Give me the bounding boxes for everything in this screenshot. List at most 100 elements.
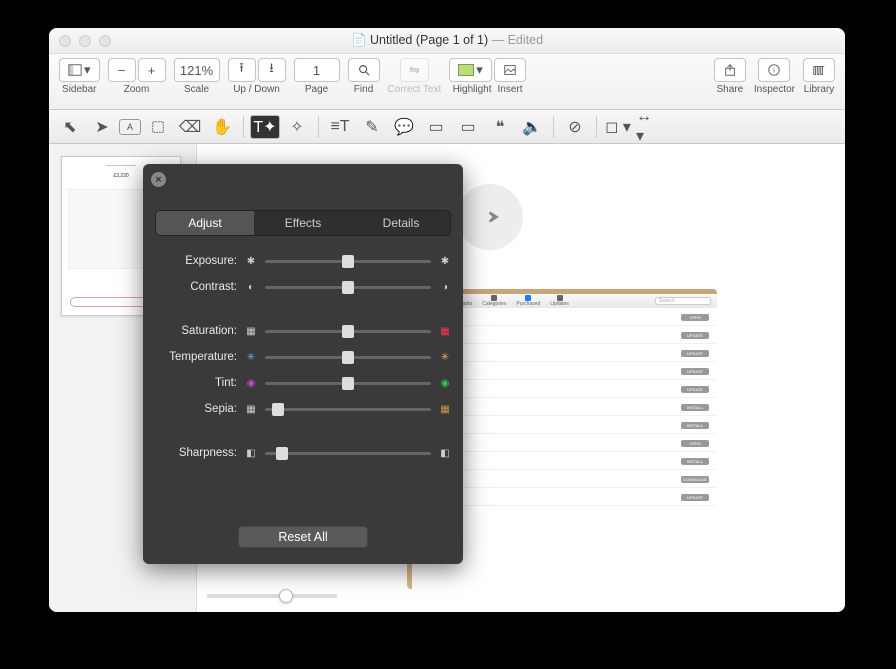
reset-all-button[interactable]: Reset All xyxy=(238,526,368,548)
slider-panel: Exposure: ✱ ✱Contrast: ◐ ◑ Saturation: ▦ … xyxy=(155,248,451,508)
action-pill: INSTALL xyxy=(681,422,709,429)
slider-track[interactable] xyxy=(265,286,431,289)
action-pill: UPDATE xyxy=(681,332,709,339)
zoom-slider[interactable] xyxy=(207,588,337,604)
arrow-dropdown[interactable]: ↔ ▾ xyxy=(635,115,665,139)
slider-left-icon: ◧ xyxy=(245,447,257,459)
cancel-icon[interactable]: ⊘ xyxy=(560,115,590,139)
svg-text:i: i xyxy=(774,68,776,75)
adjust-popover: × Adjust Effects Details Exposure: ✱ ✱Co… xyxy=(143,164,463,564)
quote-icon[interactable]: ❝ xyxy=(485,115,515,139)
action-pill: INSTALL xyxy=(681,458,709,465)
slider-track[interactable] xyxy=(265,356,431,359)
slider-track[interactable] xyxy=(265,330,431,333)
slider-saturation[interactable]: Saturation: ▦ ▦ xyxy=(155,318,451,344)
hand-icon[interactable]: ✋ xyxy=(207,115,237,139)
library-button[interactable] xyxy=(803,58,835,82)
highlighter-icon[interactable]: ✎ xyxy=(357,115,387,139)
close-icon[interactable]: × xyxy=(151,172,166,187)
slider-left-icon: ✳ xyxy=(245,351,257,363)
slider-right-icon: ▦ xyxy=(439,325,451,337)
slider-right-icon: ◑ xyxy=(439,281,451,293)
page-down-button[interactable]: ⭳ xyxy=(258,58,286,82)
layout-a-icon[interactable]: ▭ xyxy=(421,115,451,139)
action-pill: UPDATE xyxy=(681,494,709,501)
window-title: 📄 Untitled (Page 1 of 1) — Edited xyxy=(49,33,845,48)
slider-left-icon: ◐ xyxy=(245,281,257,293)
slider-track[interactable] xyxy=(265,382,431,385)
highlight-swatch xyxy=(458,64,474,76)
slider-sepia[interactable]: Sepia: ▦ ▦ xyxy=(155,396,451,422)
sidebar-button[interactable]: ▾ xyxy=(59,58,100,82)
slider-right-icon: ✱ xyxy=(439,255,451,267)
correct-text-button: ⇋ xyxy=(400,58,429,82)
insert-image-button[interactable] xyxy=(494,58,526,82)
marquee-icon[interactable] xyxy=(143,115,173,139)
action-pill: DOWNLOAD xyxy=(681,476,709,483)
text-ocr-icon[interactable]: A xyxy=(119,119,141,135)
slider-track[interactable] xyxy=(265,452,431,455)
pointer-arrow-icon[interactable]: ➤ xyxy=(87,115,117,139)
tab-categories: Categories xyxy=(482,295,506,307)
find-group: Find xyxy=(348,58,380,95)
page-field[interactable]: 1 xyxy=(294,58,340,82)
action-pill: UPDATE xyxy=(681,350,709,357)
slider-temperature[interactable]: Temperature: ✳ ✳ xyxy=(155,344,451,370)
updown-group: ⭱ ⭳ Up / Down xyxy=(228,58,286,95)
slider-left-icon: ▦ xyxy=(245,403,257,415)
embedded-search: Search xyxy=(655,297,711,305)
adjust-color-icon[interactable]: T✦ xyxy=(250,115,280,139)
tab-updates: Updates xyxy=(550,295,569,307)
highlight-color-button[interactable]: ▾ xyxy=(449,58,492,82)
find-button[interactable] xyxy=(348,58,380,82)
tool-strip: ⬉ ➤ A ⌫ ✋ T✦ ✧ ≡T ✎ 💬 ▭ ▭ ❝ 🔈 ⊘ ◻ ▾ ↔ ▾ xyxy=(49,110,845,144)
zoom-out-button[interactable]: − xyxy=(108,58,136,82)
box-dropdown[interactable]: ◻ ▾ xyxy=(603,115,633,139)
slider-contrast[interactable]: Contrast: ◐ ◑ xyxy=(155,274,451,300)
audio-icon[interactable]: 🔈 xyxy=(517,115,547,139)
zoom-slider-knob[interactable] xyxy=(279,589,293,603)
tab-purchased: Purchased xyxy=(516,295,540,307)
scale-field[interactable]: 121% xyxy=(174,58,220,82)
slider-thumb[interactable] xyxy=(342,255,354,268)
titlebar: 📄 Untitled (Page 1 of 1) — Edited xyxy=(49,28,845,54)
action-pill: UPDATE xyxy=(681,386,709,393)
slider-thumb[interactable] xyxy=(276,447,288,460)
action-pill: OPEN xyxy=(681,314,709,321)
tab-effects[interactable]: Effects xyxy=(254,211,352,235)
zoom-group: − + Zoom xyxy=(108,58,166,95)
slider-sharpness[interactable]: Sharpness: ◧ ◧ xyxy=(155,440,451,466)
inspector-button[interactable]: i xyxy=(758,58,790,82)
slider-track[interactable] xyxy=(265,408,431,411)
slider-right-icon: ◧ xyxy=(439,447,451,459)
action-pill: INSTALL xyxy=(681,404,709,411)
share-button[interactable] xyxy=(714,58,746,82)
main-toolbar: ▾ Sidebar − + Zoom 121% Scale ⭱ ⭳ Up / D… xyxy=(49,54,845,110)
pointer-cursor-icon[interactable]: ⬉ xyxy=(55,115,85,139)
zoom-in-button[interactable]: + xyxy=(138,58,166,82)
slider-thumb[interactable] xyxy=(342,377,354,390)
action-pill: UPDATE xyxy=(681,368,709,375)
action-pill: OPEN xyxy=(681,440,709,447)
slider-thumb[interactable] xyxy=(342,351,354,364)
slider-track[interactable] xyxy=(265,260,431,263)
library-group: Library xyxy=(803,58,835,95)
slider-left-icon: ▦ xyxy=(245,325,257,337)
slider-tint[interactable]: Tint: ◉ ◉ xyxy=(155,370,451,396)
slider-right-icon: ✳ xyxy=(439,351,451,363)
slider-right-icon: ◉ xyxy=(439,377,451,389)
correct-group: ⇋ Correct Text xyxy=(388,58,442,95)
inspector-group: i Inspector xyxy=(754,58,795,95)
slider-thumb[interactable] xyxy=(272,403,284,416)
page-up-button[interactable]: ⭱ xyxy=(228,58,256,82)
wand-icon[interactable]: ✧ xyxy=(282,115,312,139)
speech-icon[interactable]: 💬 xyxy=(389,115,419,139)
slider-exposure[interactable]: Exposure: ✱ ✱ xyxy=(155,248,451,274)
slider-thumb[interactable] xyxy=(342,325,354,338)
layout-b-icon[interactable]: ▭ xyxy=(453,115,483,139)
text-style-icon[interactable]: ≡T xyxy=(325,115,355,139)
tab-details[interactable]: Details xyxy=(352,211,450,235)
slider-thumb[interactable] xyxy=(342,281,354,294)
tab-adjust[interactable]: Adjust xyxy=(156,211,254,235)
eraser-icon[interactable]: ⌫ xyxy=(175,115,205,139)
